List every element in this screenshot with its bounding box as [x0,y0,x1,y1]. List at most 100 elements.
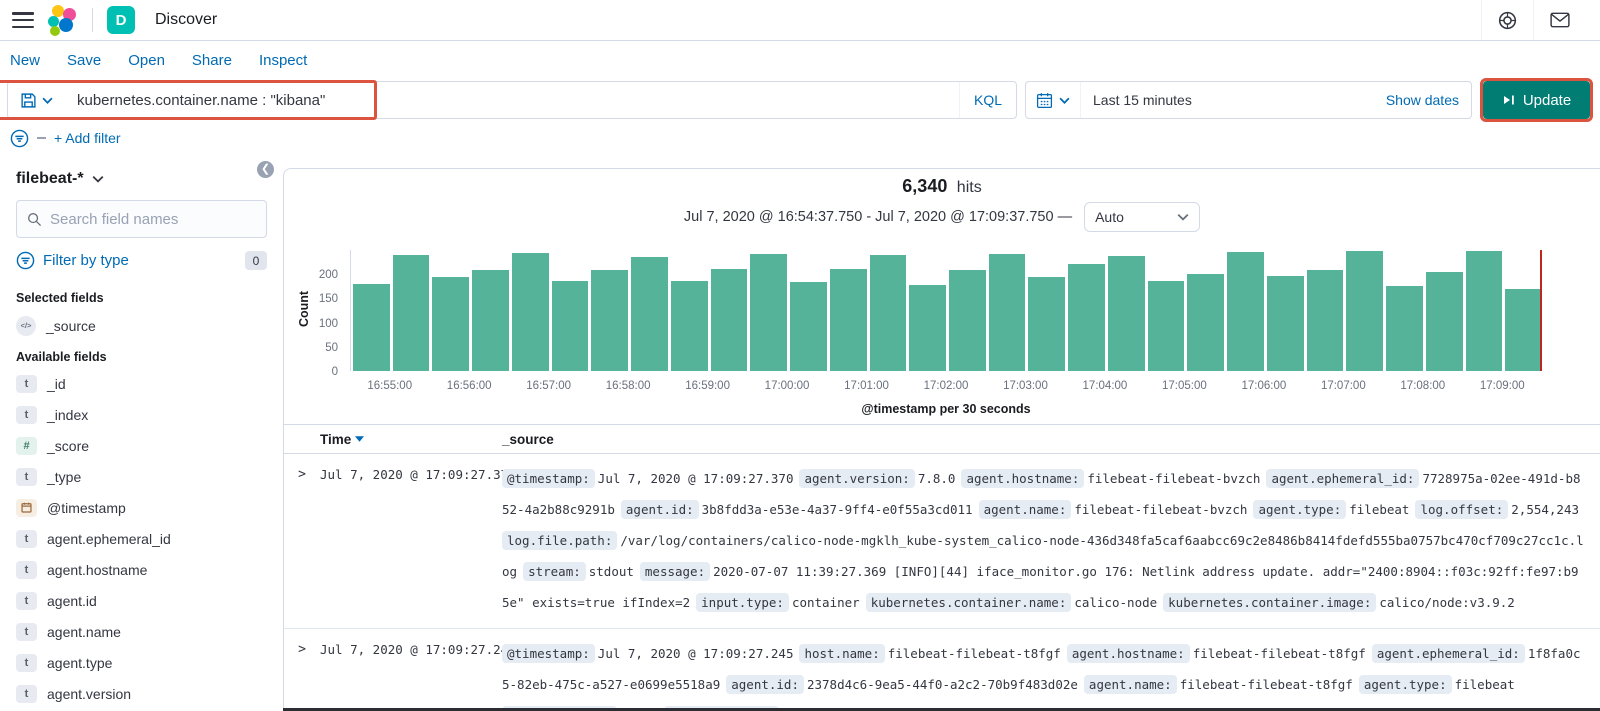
y-tick: 0 [331,366,338,378]
source-field-value: filebeat-filebeat-bvzch [1087,471,1261,486]
expand-row-icon[interactable]: > [284,638,320,660]
histogram-bar[interactable] [1068,263,1105,371]
table-row: > Jul 7, 2020 @ 17:09:27.245 @timestamp: Ju… [284,629,1600,711]
source-field-key: agent.hostname: [1066,644,1190,663]
field-item-_index[interactable]: t _index [0,399,283,430]
x-tick: 17:08:00 [1400,380,1446,392]
expand-row-icon[interactable]: > [284,463,320,485]
source-field-value: Jul 7, 2020 @ 17:09:27.245 [597,646,794,661]
documents-table: Time _source > Jul 7, 2020 @ 17:09:27.370… [284,424,1600,711]
histogram-bar[interactable] [1227,251,1264,371]
interval-select[interactable]: Auto [1084,202,1201,232]
histogram-bar[interactable] [790,281,827,371]
field-item-agent.name[interactable]: t agent.name [0,616,283,647]
histogram-bar[interactable] [511,253,549,371]
histogram-bars [351,250,1543,371]
kibana-discover-app: D Discover New Save Open Share Inspect k… [0,0,1600,711]
histogram-bar[interactable] [1465,251,1503,371]
x-tick: 16:55:00 [367,380,413,392]
histogram-bar[interactable] [1346,250,1384,371]
histogram-bar[interactable] [710,269,748,371]
index-pattern-select[interactable]: filebeat-* [0,156,283,200]
top-header: D Discover [0,0,1600,41]
nav-share[interactable]: Share [192,52,232,69]
filter-by-type[interactable]: Filter by type 0 [0,238,283,283]
add-filter-button[interactable]: + Add filter [54,130,121,146]
field-item-agent.version[interactable]: t agent.version [0,678,283,709]
chevron-down-icon [92,175,104,183]
saved-query-menu-button[interactable] [8,92,63,109]
histogram-bar[interactable] [1425,271,1463,371]
field-item-agent.ephemeral_id[interactable]: t agent.ephemeral_id [0,523,283,554]
row-time: Jul 7, 2020 @ 17:09:27.245 [320,642,516,657]
table-rows: > Jul 7, 2020 @ 17:09:27.370 @timestamp: Ju… [284,454,1600,711]
histogram-bar[interactable] [750,253,788,371]
histogram-bar[interactable] [631,257,668,371]
histogram-bar[interactable] [432,276,470,371]
nav-inspect[interactable]: Inspect [259,52,307,69]
source-field-key: @timestamp: [502,644,595,663]
string-type-icon: t [16,591,37,610]
field-item-agent.id[interactable]: t agent.id [0,585,283,616]
source-field-value: calico/node:v3.9.2 [1379,595,1515,610]
source-field-key: agent.version: [799,469,915,488]
elastic-logo [48,5,78,36]
query-input[interactable]: kubernetes.container.name : "kibana" [63,92,959,109]
query-language-button[interactable]: KQL [958,82,1016,118]
filter-bar: + Add filter [0,120,1600,156]
histogram-bar[interactable] [829,268,867,371]
histogram-bar[interactable] [1386,286,1423,371]
histogram-bar[interactable] [988,253,1026,371]
show-dates-button[interactable]: Show dates [1374,92,1471,108]
x-tick: 17:06:00 [1241,380,1287,392]
field-name: _score [47,437,90,454]
histogram-bar[interactable] [1505,288,1543,371]
field-item-_score[interactable]: # _score [0,430,283,461]
histogram-bar[interactable] [551,280,589,371]
histogram-bar[interactable] [472,270,509,371]
histogram-bar[interactable] [392,254,430,371]
chevron-down-icon [42,97,53,104]
histogram-bar[interactable] [869,254,907,371]
histogram-bar[interactable] [1306,269,1344,371]
histogram-bar[interactable] [670,281,708,371]
histogram-bar[interactable] [1266,276,1304,371]
histogram-chart: Count 0 50 100 150 200 16:55:00 16:56:00 16:57… [284,240,1600,418]
nav-new[interactable]: New [10,52,40,69]
x-tick: 17:01:00 [844,380,889,392]
menu-icon[interactable] [12,12,34,28]
field-item-agent.type[interactable]: t agent.type [0,647,283,678]
histogram-bar[interactable] [949,269,986,371]
field-item-_type[interactable]: t _type [0,461,283,492]
nav-open[interactable]: Open [128,52,165,69]
field-search-input[interactable] [50,210,256,228]
source-field-key: log.file.path: [502,531,618,550]
histogram-bar[interactable] [1187,273,1225,371]
time-column-header[interactable]: Time [320,432,502,447]
calendar-icon[interactable] [1026,82,1081,118]
collapse-sidebar-button[interactable]: ❮ [257,161,274,178]
time-range-value[interactable]: Last 15 minutes [1081,92,1374,108]
update-button[interactable]: Update [1483,81,1590,119]
histogram-bar[interactable] [1147,281,1185,371]
histogram-bar[interactable] [353,283,390,371]
newsfeed-mail-icon[interactable] [1533,0,1586,40]
histogram-bar[interactable] [1107,255,1145,371]
table-row: > Jul 7, 2020 @ 17:09:27.370 @timestamp: Ju… [284,454,1600,629]
field-name: agent.ephemeral_id [47,530,171,547]
x-tick: 16:59:00 [685,380,730,392]
available-fields-heading: Available fields [16,350,107,364]
source-field-key: message: [639,562,711,581]
field-item-_id[interactable]: t _id [0,368,283,399]
field-item-_source[interactable]: </> _source [0,309,283,342]
nav-save[interactable]: Save [67,52,101,69]
help-icon[interactable] [1481,0,1533,40]
source-column-header: _source [502,431,554,447]
field-item-@timestamp[interactable]: @timestamp [0,492,283,523]
source-field-value: 2,554,243 [1511,502,1579,517]
histogram-bar[interactable] [591,270,629,371]
histogram-bar[interactable] [909,284,947,371]
source-field-value: 3b8fdd3a-e53e-4a37-9ff4-e0f55a3cd011 [701,502,973,517]
histogram-bar[interactable] [1028,277,1066,371]
field-item-agent.hostname[interactable]: t agent.hostname [0,554,283,585]
